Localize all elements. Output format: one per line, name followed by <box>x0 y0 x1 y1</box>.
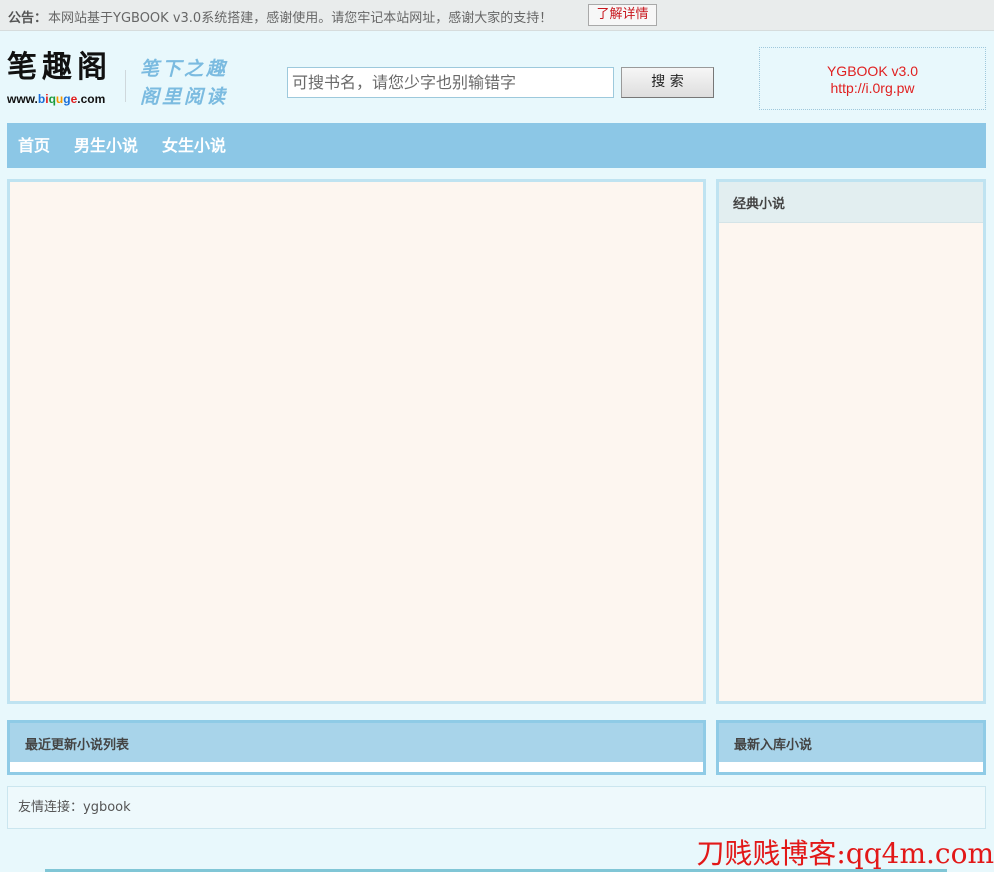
main-nav: 首页 男生小说 女生小说 <box>7 123 986 168</box>
domain-prefix: www. <box>7 92 38 106</box>
nav-item-home[interactable]: 首页 <box>18 136 50 156</box>
logo-divider <box>125 70 126 102</box>
nav-item-male-novels[interactable]: 男生小说 <box>74 136 138 156</box>
search-input[interactable] <box>287 67 614 98</box>
promo-box[interactable]: YGBOOK v3.0 http://i.0rg.pw <box>759 47 986 110</box>
site-logo-title[interactable]: 笔趣阁 <box>7 50 112 86</box>
latest-updates-header: 最近更新小说列表 <box>10 723 703 762</box>
classic-novels-panel: 经典小说 <box>716 179 986 704</box>
domain-letter: g <box>63 92 71 106</box>
friend-links: 友情连接：ygbook <box>7 786 986 829</box>
nav-item-female-novels[interactable]: 女生小说 <box>162 136 226 156</box>
featured-panel <box>7 179 706 704</box>
newest-added-header: 最新入库小说 <box>719 723 983 762</box>
site-logo-domain: www.biquge.com <box>7 91 105 107</box>
promo-line-1: YGBOOK v3.0 <box>826 63 919 79</box>
search-button[interactable]: 搜 索 <box>621 67 714 98</box>
watermark-text: 刀贱贱博客:qq4m.com <box>696 837 994 870</box>
domain-letter: q <box>48 92 56 106</box>
newest-added-title: 最新入库小说 <box>734 738 813 753</box>
slogan-line-2: 阁里阅读 <box>140 86 229 108</box>
promo-line-2: http://i.0rg.pw <box>830 80 915 96</box>
latest-updates-box: 最近更新小说列表 <box>7 720 706 775</box>
slogan-line-1: 笔下之趣 <box>140 58 229 80</box>
latest-updates-title: 最近更新小说列表 <box>25 738 130 753</box>
friend-link[interactable]: ygbook <box>83 800 131 815</box>
classic-novels-title: 经典小说 <box>733 197 786 212</box>
notice-text: 本网站基于YGBOOK v3.0系统搭建，感谢使用。请您牢记本站网址，感谢大家的… <box>48 11 553 26</box>
newest-added-box: 最新入库小说 <box>716 720 986 775</box>
friend-links-label: 友情连接： <box>18 800 84 815</box>
classic-novels-header: 经典小说 <box>719 182 983 223</box>
domain-suffix: .com <box>77 92 106 106</box>
notice-details-button[interactable]: 了解详情 <box>588 4 657 26</box>
notice-label: 公告： <box>8 11 48 26</box>
